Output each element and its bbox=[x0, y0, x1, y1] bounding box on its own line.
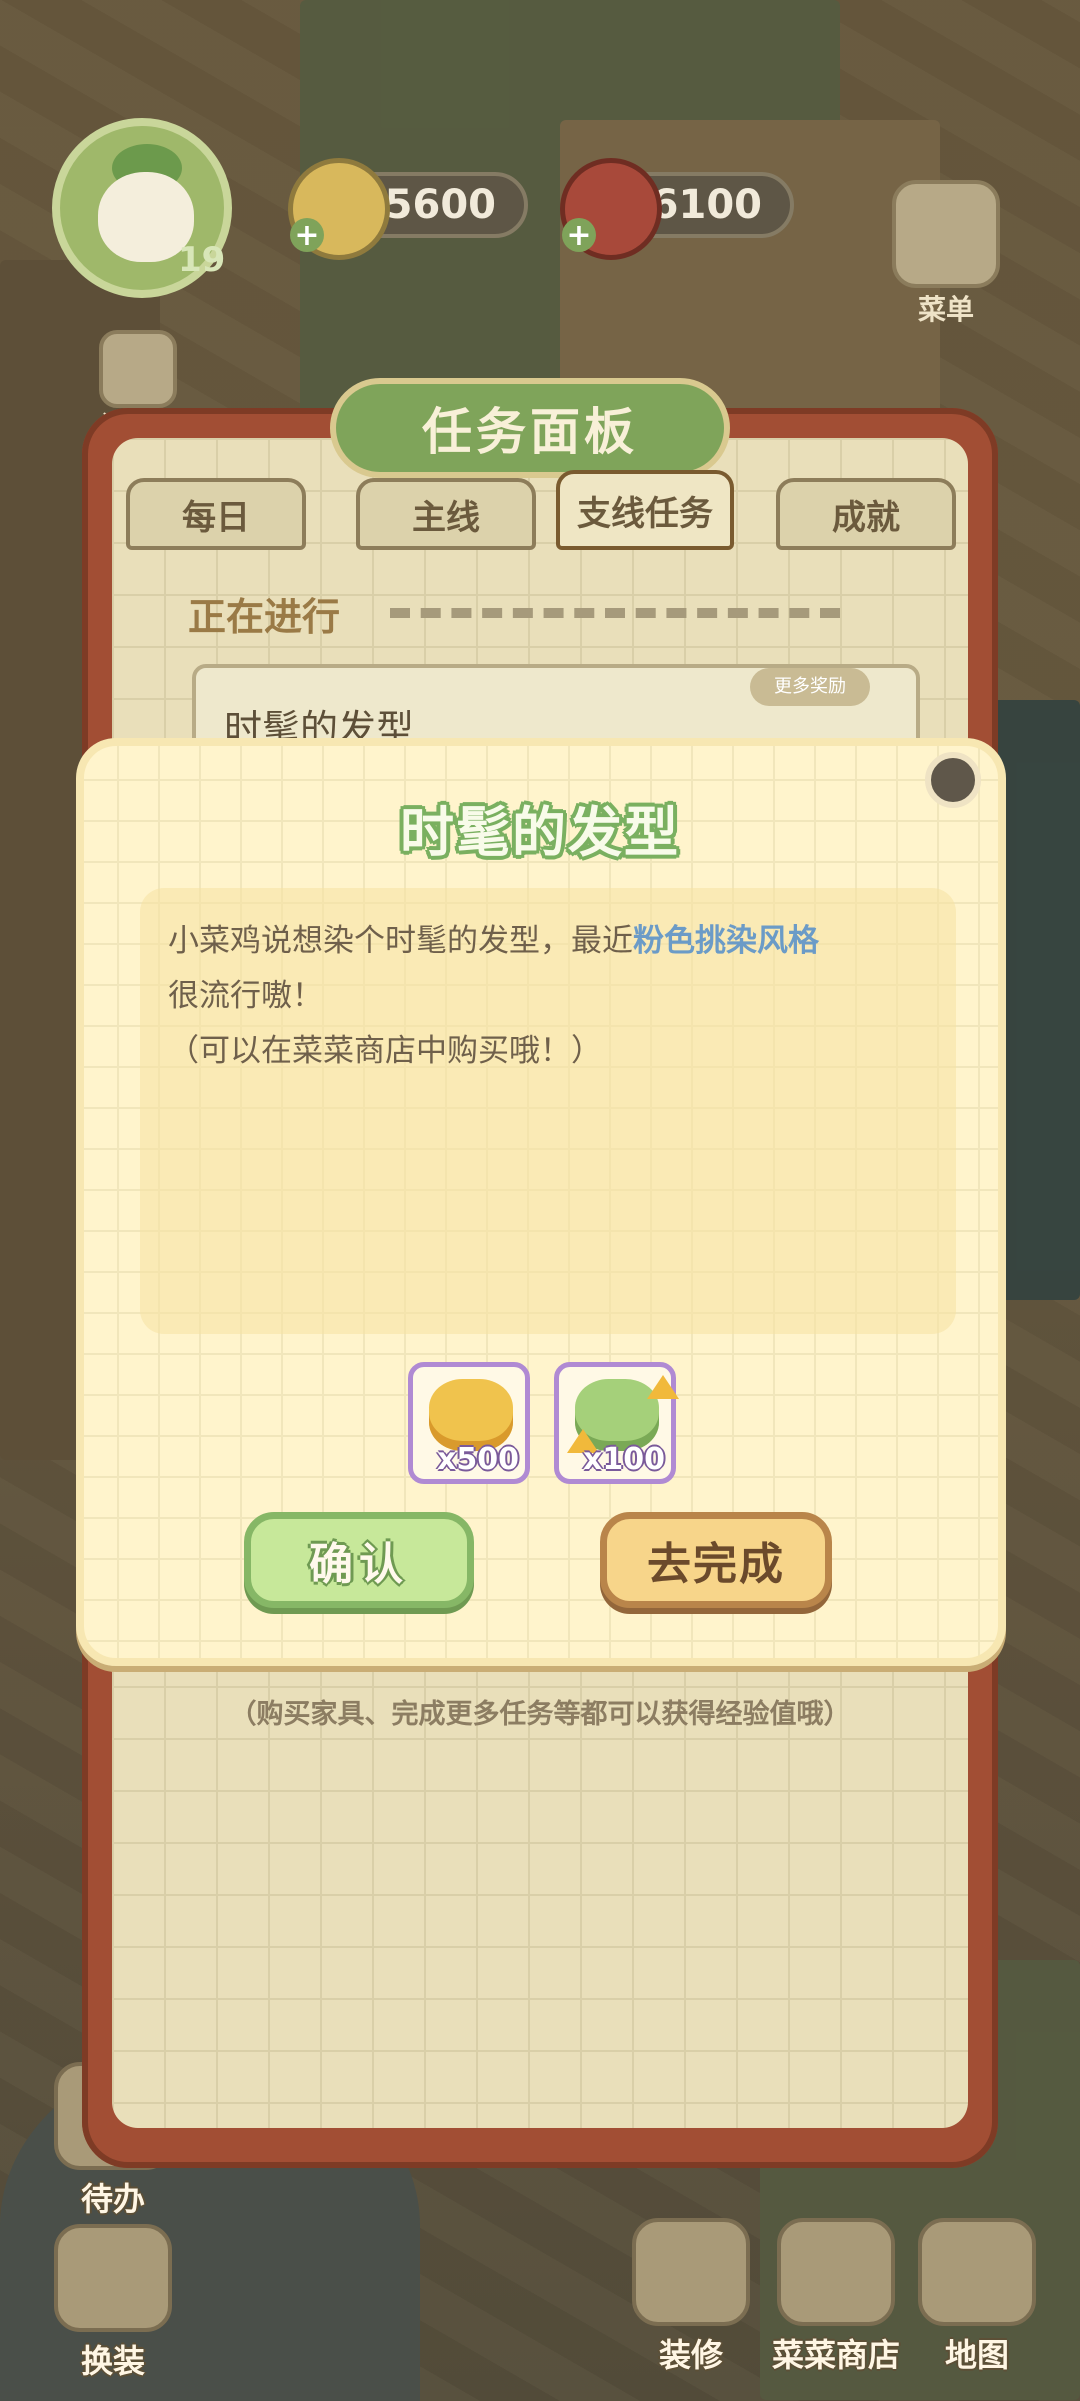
menu-button[interactable]: 菜单 bbox=[886, 180, 1006, 328]
gift-icon bbox=[99, 330, 177, 408]
shop-icon bbox=[777, 2218, 895, 2326]
add-coins-button[interactable]: + bbox=[290, 218, 324, 253]
shop-label: 菜菜商店 bbox=[771, 2336, 900, 2374]
description-highlight: 粉色挑染风格 bbox=[633, 923, 819, 959]
task-description: 小菜鸡说想染个时髦的发型，最近粉色挑染风格 很流行嗷！ （可以在菜菜商店中购买哦… bbox=[168, 914, 938, 1079]
go-complete-button[interactable]: 去完成 bbox=[600, 1512, 832, 1608]
add-tomatoes-button[interactable]: + bbox=[562, 218, 596, 253]
reward-coins-qty: x500 bbox=[437, 1442, 519, 1477]
map-button[interactable]: 地图 bbox=[912, 2218, 1042, 2376]
decorate-label: 装修 bbox=[658, 2336, 723, 2374]
shop-button[interactable]: 菜菜商店 bbox=[762, 2218, 910, 2376]
description-text-2: 很流行嗷！ bbox=[168, 978, 323, 1014]
reward-coins[interactable]: x500 bbox=[408, 1362, 530, 1484]
decorate-icon bbox=[632, 2218, 750, 2326]
reward-exp[interactable]: x100 bbox=[554, 1362, 679, 1484]
decorate-button[interactable]: 装修 bbox=[626, 2218, 756, 2376]
coin-pile-icon bbox=[429, 1379, 513, 1451]
dressup-label: 换装 bbox=[80, 2342, 145, 2380]
tab-side-quests[interactable]: 支线任务 bbox=[556, 470, 734, 550]
coin-amount: 5600 bbox=[384, 182, 496, 228]
dressup-icon bbox=[54, 2224, 172, 2332]
modal-title: 时髦的发型 bbox=[400, 801, 680, 864]
menu-icon bbox=[892, 180, 1000, 288]
arrow-up-icon bbox=[647, 1375, 679, 1399]
reward-exp-qty: x100 bbox=[583, 1442, 665, 1477]
section-in-progress: 正在进行 bbox=[188, 595, 341, 639]
menu-label: 菜单 bbox=[917, 293, 974, 326]
task-board-header: 任务面板 bbox=[330, 378, 730, 478]
description-text: 小菜鸡说想染个时髦的发型，最近 bbox=[168, 923, 633, 959]
tomato-amount: 6100 bbox=[650, 182, 762, 228]
exp-hint: （购买家具、完成更多任务等都可以获得经验值哦） bbox=[229, 1699, 851, 1730]
player-level: 19 bbox=[178, 240, 226, 280]
dressup-button[interactable]: 换装 bbox=[48, 2224, 178, 2382]
description-note: （可以在菜菜商店中购买哦！） bbox=[168, 1033, 602, 1069]
tab-achievements[interactable]: 成就 bbox=[776, 478, 956, 550]
section-divider bbox=[390, 608, 840, 618]
confirm-button[interactable]: 确认 bbox=[244, 1512, 474, 1608]
todo-label: 待办 bbox=[80, 2180, 145, 2218]
tab-main[interactable]: 主线 bbox=[356, 478, 536, 550]
map-label: 地图 bbox=[944, 2336, 1009, 2374]
map-icon bbox=[918, 2218, 1036, 2326]
more-rewards-tag[interactable]: 更多奖励 bbox=[750, 668, 870, 706]
tab-daily[interactable]: 每日 bbox=[126, 478, 306, 550]
task-board-title: 任务面板 bbox=[422, 403, 638, 461]
